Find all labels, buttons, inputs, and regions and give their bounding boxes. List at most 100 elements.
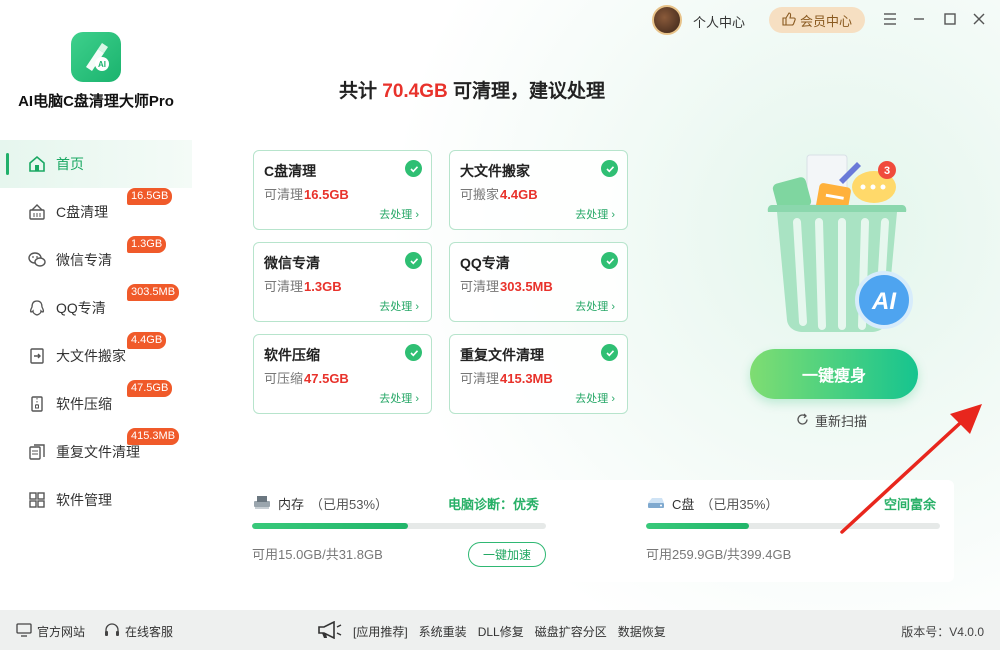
close-icon[interactable] bbox=[970, 10, 988, 28]
sidebar-item-wechat-clean[interactable]: 微信专清 1.3GB bbox=[0, 236, 192, 284]
chevron-right-icon: › bbox=[611, 209, 615, 221]
refresh-icon bbox=[796, 413, 809, 429]
support-label: 在线客服 bbox=[125, 625, 174, 639]
check-icon bbox=[405, 252, 422, 269]
vip-center-button[interactable]: 会员中心 bbox=[769, 7, 865, 33]
sidebar-nav: 首页 C盘清理 16.5GB 微信专清 1.3GB QQ专清 303.5MB 大… bbox=[0, 140, 192, 524]
memory-usage: （已用53%） bbox=[310, 497, 389, 512]
monitor-icon bbox=[16, 623, 32, 640]
headline-suffix: 可清理，建议处理 bbox=[447, 81, 606, 102]
minimize-icon[interactable] bbox=[910, 10, 928, 28]
footer-link-app-recommend[interactable]: [应用推荐] bbox=[353, 623, 408, 640]
menu-icon[interactable] bbox=[881, 10, 899, 28]
sidebar-item-label: 软件管理 bbox=[56, 492, 112, 508]
sidebar-item-label: 大文件搬家 bbox=[56, 348, 126, 364]
sidebar-item-large-file-move[interactable]: 大文件搬家 4.4GB bbox=[0, 332, 192, 380]
home-icon bbox=[27, 154, 47, 174]
size-badge: 16.5GB bbox=[127, 188, 173, 205]
card-wechat-clean[interactable]: 微信专清 可清理1.3GB 去处理 › bbox=[253, 242, 432, 322]
sidebar-item-software-compress[interactable]: 软件压缩 47.5GB bbox=[0, 380, 192, 428]
card-qq-clean[interactable]: QQ专清 可清理303.5MB 去处理 › bbox=[449, 242, 628, 322]
vip-label: 会员中心 bbox=[799, 13, 852, 29]
check-icon bbox=[601, 252, 618, 269]
size-badge: 47.5GB bbox=[127, 380, 173, 397]
chevron-right-icon: › bbox=[415, 209, 419, 221]
one-click-boost-button[interactable]: 一键加速 bbox=[468, 542, 546, 567]
sidebar-item-c-drive-clean[interactable]: C盘清理 16.5GB bbox=[0, 188, 192, 236]
sidebar-item-label: 首页 bbox=[56, 156, 84, 172]
disk-stat-header: C盘 （已用35%） bbox=[646, 493, 778, 514]
broom-basket-icon bbox=[27, 202, 47, 222]
thumbs-up-icon bbox=[782, 11, 796, 29]
disk-stat: C盘 （已用35%） 空间富余 可用259.9GB/共399.4GB bbox=[646, 480, 940, 582]
card-subtitle: 可清理1.3GB bbox=[264, 276, 342, 295]
card-subtitle: 可清理16.5GB bbox=[264, 184, 349, 203]
card-sub-label: 可清理 bbox=[264, 279, 304, 294]
chevron-right-icon: › bbox=[415, 301, 419, 313]
memory-chip-icon bbox=[252, 493, 272, 514]
qq-penguin-icon bbox=[27, 298, 47, 318]
card-subtitle: 可搬家4.4GB bbox=[460, 184, 538, 203]
diagnosis-status: 电脑诊断：优秀 bbox=[448, 497, 540, 512]
card-action-link[interactable]: 去处理 › bbox=[575, 390, 615, 406]
official-site-link[interactable]: 官方网站 bbox=[16, 623, 85, 640]
app-title: AI电脑C盘清理大师Pro bbox=[18, 93, 174, 110]
card-action-link[interactable]: 去处理 › bbox=[575, 206, 615, 222]
check-icon bbox=[405, 160, 422, 177]
card-action-link[interactable]: 去处理 › bbox=[379, 390, 419, 406]
card-value: 16.5GB bbox=[304, 187, 349, 202]
card-value: 415.3MB bbox=[500, 371, 553, 386]
memory-capacity: 可用15.0GB/共31.8GB bbox=[252, 547, 383, 562]
card-action-link[interactable]: 去处理 › bbox=[379, 298, 419, 314]
sidebar-item-label: 微信专清 bbox=[56, 252, 112, 268]
disk-usage-fill bbox=[646, 523, 749, 529]
card-title: 软件压缩 bbox=[264, 347, 320, 363]
memory-usage-bar bbox=[252, 523, 546, 529]
footer-link-disk-partition[interactable]: 磁盘扩容分区 bbox=[535, 623, 607, 640]
card-duplicate-clean[interactable]: 重复文件清理 可清理415.3MB 去处理 › bbox=[449, 334, 628, 414]
disk-label: C盘 bbox=[672, 497, 695, 512]
card-action-link[interactable]: 去处理 › bbox=[379, 206, 419, 222]
one-click-slim-button[interactable]: 一键瘦身 bbox=[750, 349, 918, 399]
memory-stat: 内存 （已用53%） 电脑诊断：优秀 可用15.0GB/共31.8GB 一键加速 bbox=[252, 480, 546, 582]
card-c-drive-clean[interactable]: C盘清理 可清理16.5GB 去处理 › bbox=[253, 150, 432, 230]
sidebar-item-qq-clean[interactable]: QQ专清 303.5MB bbox=[0, 284, 192, 332]
footer-link-system-reinstall[interactable]: 系统重装 bbox=[419, 623, 467, 640]
card-title: 重复文件清理 bbox=[460, 347, 544, 363]
rescan-label: 重新扫描 bbox=[815, 414, 868, 429]
svg-text:AI: AI bbox=[98, 60, 106, 69]
maximize-icon[interactable] bbox=[941, 10, 959, 28]
card-action-link[interactable]: 去处理 › bbox=[575, 298, 615, 314]
disk-usage-bar bbox=[646, 523, 940, 529]
page-title: 共计 70.4GB 可清理，建议处理 bbox=[192, 76, 752, 103]
card-sub-label: 可压缩 bbox=[264, 371, 304, 386]
card-link-label: 去处理 bbox=[575, 209, 609, 221]
footer-link-data-recovery[interactable]: 数据恢复 bbox=[618, 623, 666, 640]
memory-stat-header: 内存 （已用53%） bbox=[252, 493, 388, 514]
rescan-link[interactable]: 重新扫描 bbox=[796, 411, 867, 430]
card-title: C盘清理 bbox=[264, 163, 317, 179]
headline-prefix: 共计 bbox=[338, 81, 383, 102]
card-subtitle: 可压缩47.5GB bbox=[264, 368, 349, 387]
memory-usage-fill bbox=[252, 523, 408, 529]
size-badge: 1.3GB bbox=[127, 236, 167, 253]
card-large-file-move[interactable]: 大文件搬家 可搬家4.4GB 去处理 › bbox=[449, 150, 628, 230]
user-center-link[interactable]: 个人中心 bbox=[693, 12, 745, 31]
chevron-right-icon: › bbox=[611, 393, 615, 405]
sidebar-item-home[interactable]: 首页 bbox=[0, 140, 192, 188]
card-software-compress[interactable]: 软件压缩 可压缩47.5GB 去处理 › bbox=[253, 334, 432, 414]
card-subtitle: 可清理415.3MB bbox=[460, 368, 553, 387]
avatar[interactable] bbox=[652, 5, 682, 35]
svg-text:3: 3 bbox=[884, 165, 890, 177]
sidebar-item-duplicate-clean[interactable]: 重复文件清理 415.3MB bbox=[0, 428, 192, 476]
online-support-link[interactable]: 在线客服 bbox=[104, 623, 173, 640]
sidebar-item-software-manage[interactable]: 软件管理 bbox=[0, 476, 192, 524]
wechat-icon bbox=[27, 250, 47, 270]
official-site-label: 官方网站 bbox=[37, 625, 86, 639]
card-link-label: 去处理 bbox=[379, 301, 413, 313]
chevron-right-icon: › bbox=[415, 393, 419, 405]
footer-bar: 官方网站 在线客服 [应用推荐] 系统重装 DLL修复 磁盘扩容分区 数据恢复 … bbox=[0, 610, 1000, 650]
file-move-icon bbox=[27, 346, 47, 366]
footer-link-dll-repair[interactable]: DLL修复 bbox=[478, 623, 524, 640]
check-icon bbox=[601, 344, 618, 361]
